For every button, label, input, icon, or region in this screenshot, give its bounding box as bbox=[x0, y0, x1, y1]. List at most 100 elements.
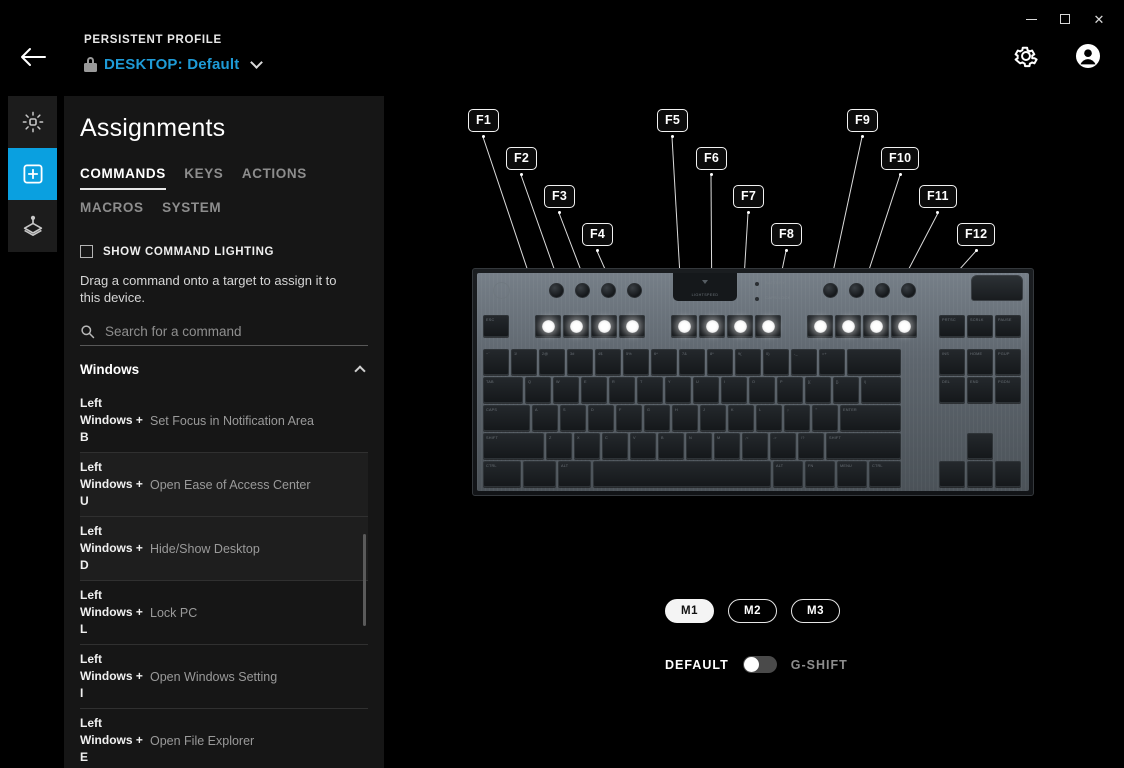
key-pagedown[interactable]: PGDN bbox=[995, 377, 1021, 403]
sidebar-item-games[interactable] bbox=[8, 200, 57, 252]
minimize-button[interactable] bbox=[1014, 6, 1048, 32]
key-scrolllock[interactable]: SCRLK bbox=[967, 315, 993, 337]
back-button[interactable] bbox=[18, 45, 48, 69]
tab-macros[interactable]: MACROS bbox=[80, 199, 144, 222]
media-play-button[interactable] bbox=[849, 283, 864, 298]
media-prev-button[interactable] bbox=[823, 283, 838, 298]
key-i[interactable]: I bbox=[721, 377, 747, 403]
key-j[interactable]: J bbox=[700, 405, 726, 431]
callout-f1[interactable]: F1 bbox=[468, 109, 500, 138]
account-button[interactable] bbox=[1074, 42, 1102, 70]
key-pause[interactable]: PAUSE bbox=[995, 315, 1021, 337]
callout-f8[interactable]: F8 bbox=[771, 223, 803, 252]
key-end[interactable]: END bbox=[967, 377, 993, 403]
key-equals[interactable]: =+ bbox=[819, 349, 845, 375]
key-9[interactable]: 9( bbox=[735, 349, 761, 375]
key-3[interactable]: 3# bbox=[567, 349, 593, 375]
command-group-windows[interactable]: Windows bbox=[80, 362, 368, 377]
key-0[interactable]: 0) bbox=[763, 349, 789, 375]
key-l[interactable]: L bbox=[756, 405, 782, 431]
key-f10[interactable] bbox=[835, 315, 861, 337]
key-n[interactable]: N bbox=[686, 433, 712, 459]
key-arrow-right[interactable] bbox=[995, 461, 1021, 487]
key-1[interactable]: 1! bbox=[511, 349, 537, 375]
device-button-2[interactable] bbox=[575, 283, 590, 298]
search-bar[interactable] bbox=[80, 324, 368, 346]
key-d[interactable]: D bbox=[588, 405, 614, 431]
list-item[interactable]: Left Windows + D Hide/Show Desktop bbox=[80, 517, 368, 581]
chevron-up-icon[interactable] bbox=[354, 365, 366, 377]
key-f2[interactable] bbox=[563, 315, 589, 337]
callout-f3[interactable]: F3 bbox=[544, 185, 576, 214]
key-tab[interactable]: TAB bbox=[483, 377, 523, 403]
key-win-left[interactable] bbox=[523, 461, 556, 487]
settings-button[interactable] bbox=[1012, 42, 1040, 70]
key-f8[interactable] bbox=[755, 315, 781, 337]
key-printscreen[interactable]: PRTSC bbox=[939, 315, 965, 337]
list-item[interactable]: Left Windows + L Lock PC bbox=[80, 581, 368, 645]
key-insert[interactable]: INS bbox=[939, 349, 965, 375]
key-k[interactable]: K bbox=[728, 405, 754, 431]
callout-f12[interactable]: F12 bbox=[957, 223, 996, 252]
key-f[interactable]: F bbox=[616, 405, 642, 431]
key-pageup[interactable]: PGUP bbox=[995, 349, 1021, 375]
key-r[interactable]: R bbox=[609, 377, 635, 403]
sidebar-item-lighting[interactable] bbox=[8, 96, 57, 148]
key-delete[interactable]: DEL bbox=[939, 377, 965, 403]
key-arrow-left[interactable] bbox=[939, 461, 965, 487]
key-b[interactable]: B bbox=[658, 433, 684, 459]
key-ctrl-left[interactable]: CTRL bbox=[483, 461, 521, 487]
device-button-brightness[interactable] bbox=[627, 283, 642, 298]
close-button[interactable]: ✕ bbox=[1082, 6, 1116, 32]
key-c[interactable]: C bbox=[602, 433, 628, 459]
key-alt-left[interactable]: ALT bbox=[558, 461, 591, 487]
tab-commands[interactable]: COMMANDS bbox=[80, 165, 166, 190]
key-bracketleft[interactable]: [{ bbox=[805, 377, 831, 403]
key-5[interactable]: 5% bbox=[623, 349, 649, 375]
callout-f6[interactable]: F6 bbox=[696, 147, 728, 176]
key-f11[interactable] bbox=[863, 315, 889, 337]
callout-f4[interactable]: F4 bbox=[582, 223, 614, 252]
key-shift-left[interactable]: SHIFT bbox=[483, 433, 544, 459]
callout-f5[interactable]: F5 bbox=[657, 109, 689, 138]
key-7[interactable]: 7& bbox=[679, 349, 705, 375]
key-f12[interactable] bbox=[891, 315, 917, 337]
key-s[interactable]: S bbox=[560, 405, 586, 431]
key-w[interactable]: W bbox=[553, 377, 579, 403]
key-f6[interactable] bbox=[699, 315, 725, 337]
key-comma[interactable]: ,< bbox=[742, 433, 768, 459]
list-item[interactable]: Left Windows + U Open Ease of Access Cen… bbox=[80, 453, 368, 517]
key-6[interactable]: 6^ bbox=[651, 349, 677, 375]
checkbox-icon[interactable] bbox=[80, 245, 93, 258]
key-bracketright[interactable]: ]} bbox=[833, 377, 859, 403]
key-f5[interactable] bbox=[671, 315, 697, 337]
key-f1[interactable] bbox=[535, 315, 561, 337]
key-esc[interactable]: ESC bbox=[483, 315, 509, 337]
callout-f9[interactable]: F9 bbox=[847, 109, 879, 138]
key-a[interactable]: A bbox=[532, 405, 558, 431]
key-g[interactable]: G bbox=[644, 405, 670, 431]
list-scrollbar[interactable] bbox=[363, 534, 366, 626]
key-arrow-down[interactable] bbox=[967, 461, 993, 487]
key-h[interactable]: H bbox=[672, 405, 698, 431]
key-arrow-up[interactable] bbox=[967, 433, 993, 459]
chevron-down-icon[interactable] bbox=[250, 55, 264, 69]
key-4[interactable]: 4$ bbox=[595, 349, 621, 375]
key-slash[interactable]: /? bbox=[798, 433, 824, 459]
key-menu[interactable]: MENU bbox=[837, 461, 867, 487]
key-backslash[interactable]: \| bbox=[861, 377, 901, 403]
key-y[interactable]: Y bbox=[665, 377, 691, 403]
device-button-3[interactable] bbox=[601, 283, 616, 298]
key-z[interactable]: Z bbox=[546, 433, 572, 459]
key-2[interactable]: 2@ bbox=[539, 349, 565, 375]
key-m[interactable]: M bbox=[714, 433, 740, 459]
list-item[interactable]: Left Windows + I Open Windows Setting bbox=[80, 645, 368, 709]
gshift-toggle[interactable] bbox=[742, 656, 777, 673]
key-e[interactable]: E bbox=[581, 377, 607, 403]
mode-key-m3[interactable]: M3 bbox=[791, 599, 840, 623]
key-fn[interactable]: FN bbox=[805, 461, 835, 487]
profile-selector[interactable]: DESKTOP: Default bbox=[84, 55, 264, 73]
callout-f11[interactable]: F11 bbox=[919, 185, 957, 214]
show-command-lighting-toggle[interactable]: SHOW COMMAND LIGHTING bbox=[64, 222, 384, 258]
sidebar-item-assignments[interactable] bbox=[8, 148, 57, 200]
